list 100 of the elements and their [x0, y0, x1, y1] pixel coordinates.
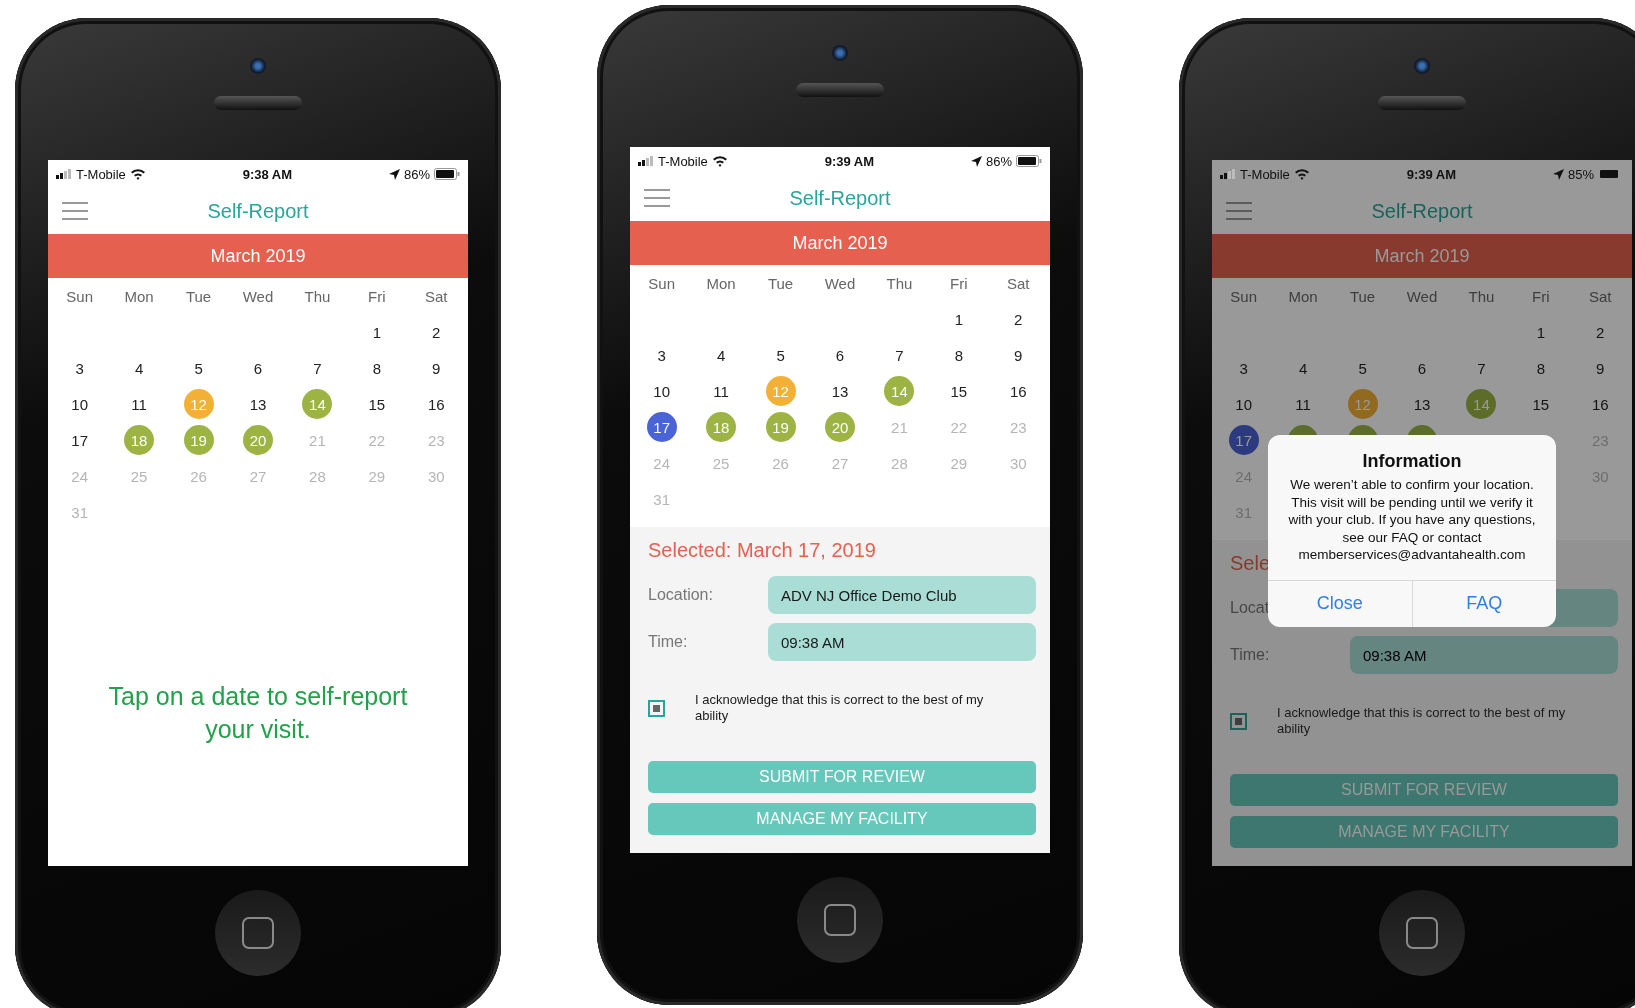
calendar-date[interactable]: 13 — [243, 389, 273, 419]
weekday-label: Wed — [241, 286, 275, 307]
calendar-date[interactable]: 16 — [1003, 376, 1034, 406]
calendar-date[interactable]: 9 — [421, 353, 452, 383]
calendar-date[interactable]: 11 — [706, 376, 737, 406]
field-label: Time: — [648, 633, 688, 650]
calendar-date[interactable]: 15 — [943, 376, 974, 406]
selected-date-heading: Sele — [1230, 552, 1271, 575]
status-time: 9:39 AM — [823, 153, 876, 169]
weekday-label: Mon — [1287, 286, 1319, 307]
weekday-label: Wed — [823, 273, 857, 294]
wifi-icon — [1293, 168, 1310, 180]
calendar-date[interactable]: 5 — [183, 353, 214, 383]
calendar-date[interactable]: 9 — [1585, 353, 1616, 383]
calendar-date[interactable]: 4 — [1288, 353, 1319, 383]
month-header: March 2019 — [1212, 234, 1632, 278]
acknowledge-text: I acknowledge that this is correct to the best of my ability — [695, 692, 985, 725]
calendar-date[interactable]: 9 — [1003, 340, 1034, 370]
battery-percent: 86% — [985, 153, 1012, 169]
selected-date-heading: Selected: March 17, 2019 — [648, 539, 876, 562]
weekday-label: Fri — [949, 273, 969, 294]
input-field[interactable]: ADV NJ Office Demo Club — [768, 576, 1036, 614]
weekday-label: Thu — [1467, 286, 1496, 307]
calendar-date[interactable]: 1 — [1525, 317, 1556, 347]
weekday-label: Wed — [1405, 286, 1439, 307]
calendar-date[interactable]: 2 — [421, 317, 452, 347]
front-camera — [250, 58, 266, 74]
calendar-date[interactable]: 8 — [943, 340, 974, 370]
calendar-date[interactable]: 11 — [124, 389, 155, 419]
calendar-date[interactable]: 7 — [884, 340, 915, 370]
battery-percent: 86% — [403, 166, 430, 182]
calendar-date[interactable]: 3 — [64, 353, 95, 383]
calendar-date[interactable]: 10 — [646, 376, 677, 406]
calendar-date[interactable]: 1 — [361, 317, 392, 347]
weekday-label: Tue — [1348, 286, 1377, 307]
weekday-label: Tue — [184, 286, 213, 307]
calendar-date[interactable]: 5 — [765, 340, 796, 370]
dialog-button[interactable]: FAQ — [1411, 580, 1556, 627]
month-header: March 2019 — [630, 221, 1050, 265]
signal-icon — [56, 169, 72, 179]
calendar-date[interactable]: 10 — [64, 389, 95, 419]
dialog-message: We weren’t able to confirm your location. This visit will be pending until we verify it with your club. If you have any questions, see our FAQ or contact memberservices@advantahealth.com — [1287, 476, 1537, 565]
status-time: 9:39 AM — [1405, 166, 1458, 182]
weekday-label: Fri — [367, 286, 387, 307]
location-arrow-icon — [1552, 168, 1564, 180]
front-camera — [1414, 58, 1430, 74]
weekday-label: Sat — [1588, 286, 1613, 307]
calendar-date[interactable]: 17 — [64, 425, 95, 455]
calendar-date[interactable]: 6 — [243, 353, 273, 383]
weekday-label: Mon — [123, 286, 155, 307]
location-arrow-icon — [970, 155, 982, 167]
menu-icon[interactable] — [644, 189, 670, 207]
input-field[interactable]: 09:38 AM — [768, 623, 1036, 661]
calendar-date[interactable]: 16 — [421, 389, 452, 419]
calendar-date[interactable]: 3 — [646, 340, 677, 370]
calendar-date[interactable]: 2 — [1003, 304, 1034, 334]
input-field[interactable]: 09:38 AM — [1350, 636, 1618, 674]
weekday-label: Sat — [1006, 273, 1031, 294]
month-header: March 2019 — [48, 234, 468, 278]
carrier-name: T-Mobile — [1240, 166, 1290, 182]
acknowledge-checkbox[interactable] — [1230, 712, 1247, 730]
calendar-date[interactable]: 8 — [1525, 353, 1556, 383]
weekday-label: Fri — [1531, 286, 1551, 307]
wifi-icon — [129, 168, 146, 180]
acknowledge-checkbox[interactable] — [648, 699, 665, 717]
screen-title: Self-Report — [788, 186, 892, 210]
field-label: Location: — [648, 586, 713, 603]
calendar-date[interactable]: 3 — [1228, 353, 1259, 383]
dialog-title: Information — [1361, 451, 1463, 472]
calendar-date[interactable]: 15 — [361, 389, 392, 419]
calendar-date[interactable]: 15 — [1525, 389, 1556, 419]
carrier-name: T-Mobile — [76, 166, 126, 182]
calendar-date[interactable]: 17 — [1228, 425, 1259, 455]
calendar-date[interactable]: 6 — [1407, 353, 1437, 383]
weekday-label: Thu — [885, 273, 914, 294]
calendar-date[interactable]: 2 — [1585, 317, 1616, 347]
calendar-date[interactable]: 6 — [825, 340, 855, 370]
signal-icon — [1220, 169, 1236, 179]
calendar-date[interactable]: 13 — [825, 376, 855, 406]
weekday-label: Sun — [647, 273, 677, 294]
menu-icon[interactable] — [62, 202, 88, 220]
calendar-date[interactable]: 7 — [302, 353, 333, 383]
dialog-button[interactable]: Close — [1268, 580, 1412, 627]
instruction-text: Tap on a date to self-report your visit. — [107, 681, 409, 745]
calendar-date[interactable]: 16 — [1585, 389, 1616, 419]
front-camera — [832, 45, 848, 61]
calendar-date[interactable]: 5 — [1347, 353, 1378, 383]
calendar-date[interactable]: 4 — [706, 340, 737, 370]
calendar-date[interactable]: 11 — [1288, 389, 1319, 419]
weekday-label: Sat — [424, 286, 449, 307]
calendar-date[interactable]: 13 — [1407, 389, 1437, 419]
calendar-date[interactable]: 17 — [646, 412, 677, 442]
calendar-date[interactable]: 8 — [361, 353, 392, 383]
weekday-label: Sun — [1229, 286, 1259, 307]
calendar-date[interactable]: 1 — [943, 304, 974, 334]
field-label: Locat — [1230, 599, 1270, 616]
weekday-label: Tue — [766, 273, 795, 294]
calendar-date[interactable]: 7 — [1466, 353, 1497, 383]
calendar-date[interactable]: 4 — [124, 353, 155, 383]
calendar-date[interactable]: 10 — [1228, 389, 1259, 419]
